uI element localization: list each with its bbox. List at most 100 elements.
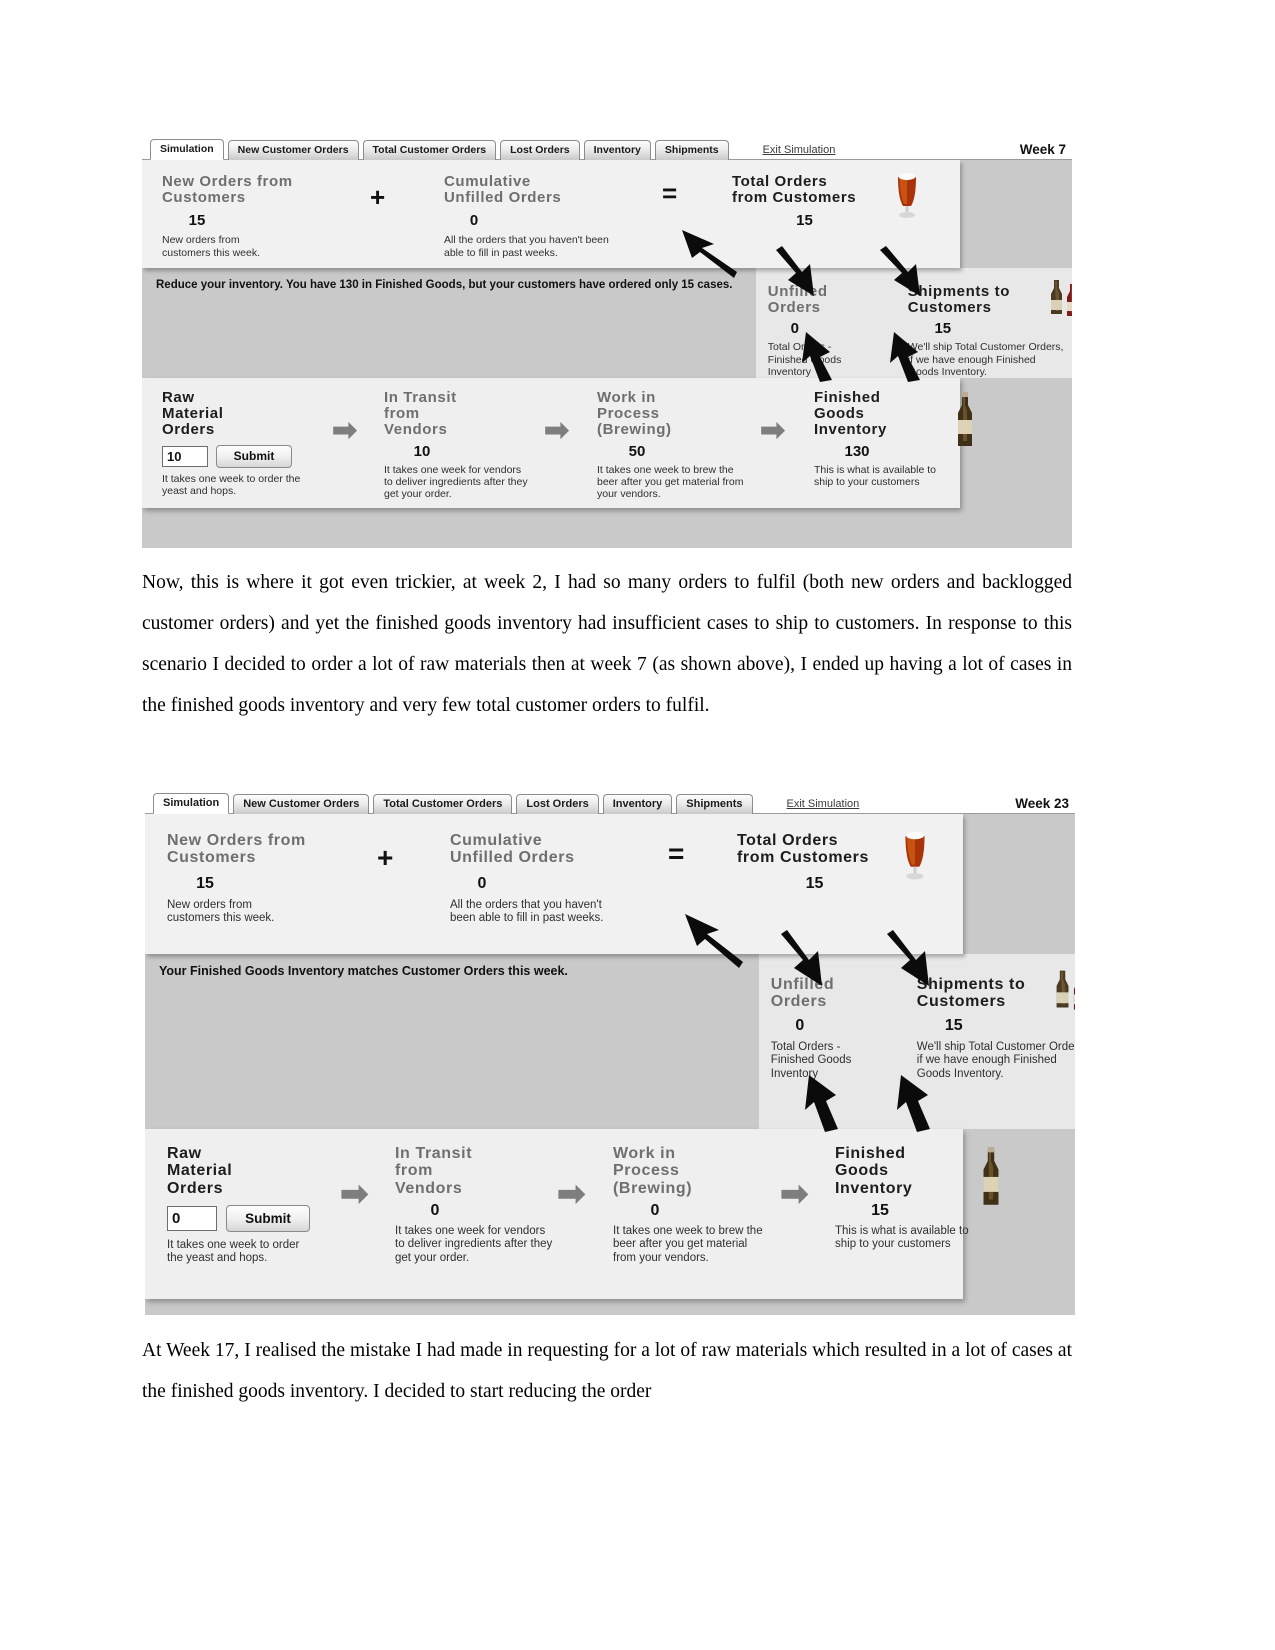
unfilled-orders-block-2: Unfilled Orders 0 Total Orders - Finishe…: [771, 976, 896, 1081]
finished-goods-value: 130: [844, 442, 870, 460]
raw-material-orders-block-2: Raw Material Orders Submit It takes one …: [167, 1145, 337, 1266]
finished-goods-desc-2: This is what is available to ship to you…: [835, 1224, 969, 1251]
in-transit-title-line3: Vendors: [384, 421, 448, 439]
in-transit-title-line2-2: from: [395, 1162, 433, 1180]
beer-glass-icon: [898, 172, 916, 218]
paragraph-two: At Week 17, I realised the mistake I had…: [142, 1340, 1072, 1402]
raw-material-title-line2-2: Material: [167, 1162, 233, 1180]
status-message-text: Reduce your inventory. You have 130 in F…: [156, 279, 733, 291]
beer-bottle-icon-2: [983, 1147, 999, 1205]
tab-bar: Simulation New Customer Orders Total Cus…: [142, 138, 1072, 160]
wip-desc-2: It takes one week to brew the beer after…: [613, 1224, 763, 1264]
orders-equation-row: New Orders from Customers 15 New orders …: [142, 160, 961, 268]
work-in-process-block: Work in Process (Brewing) 50 It takes on…: [597, 389, 762, 501]
unfilled-shipments-column: Unfilled Orders 0 Total Orders - Finishe…: [755, 268, 1072, 379]
in-transit-block-2: In Transit from Vendors 0 It takes one w…: [395, 1145, 565, 1265]
tab-inventory-2[interactable]: Inventory: [602, 794, 673, 814]
simulation-screenshot-week7: Simulation New Customer Orders Total Cus…: [142, 138, 1072, 548]
new-orders-desc-2: New orders from customers this week.: [167, 898, 275, 925]
week-label: Week 7: [1019, 142, 1066, 157]
submit-button[interactable]: Submit: [216, 444, 292, 468]
cumulative-desc: All the orders that you haven't been abl…: [444, 234, 609, 259]
raw-material-desc-2: It takes one week to order the yeast and…: [167, 1238, 300, 1265]
raw-material-title-line2: Material: [162, 405, 224, 423]
raw-material-title-line1-2: Raw: [167, 1145, 202, 1162]
in-transit-title-line1-2: In Transit: [395, 1145, 473, 1162]
tab-total-customer-orders-2[interactable]: Total Customer Orders: [373, 794, 513, 814]
wip-title-line1-2: Work in: [613, 1145, 676, 1162]
tab-new-customer-orders[interactable]: New Customer Orders: [227, 140, 359, 160]
tab-lost-orders-2[interactable]: Lost Orders: [516, 794, 599, 814]
status-message-band-2: Your Finished Goods Inventory matches Cu…: [145, 954, 759, 1129]
status-message-band: Reduce your inventory. You have 130 in F…: [142, 268, 756, 378]
finished-goods-block: Finished Goods Inventory 130 This is wha…: [814, 389, 964, 488]
finished-goods-desc: This is what is available to ship to you…: [814, 463, 936, 488]
cumulative-title-line2-2: Unfilled Orders: [450, 849, 575, 867]
in-transit-desc-2: It takes one week for vendors to deliver…: [395, 1224, 553, 1264]
wip-title-line2-2: Process: [613, 1162, 680, 1180]
new-orders-title-line1-2: New Orders from: [167, 832, 306, 849]
arrow-transit-to-wip-icon: ➡: [544, 414, 570, 447]
finished-goods-title-line2-2: Goods: [835, 1162, 889, 1180]
new-orders-block: New Orders from Customers 15 New orders …: [162, 173, 362, 259]
orders-equation-row-2: New Orders from Customers 15 New orders …: [145, 814, 964, 954]
tab-simulation-2[interactable]: Simulation: [153, 793, 230, 814]
new-orders-value: 15: [188, 212, 206, 230]
unfilled-desc: Total Orders - Finished Goods Inventory: [767, 341, 842, 379]
raw-material-order-input-2[interactable]: [167, 1205, 217, 1231]
cumulative-title-line1: Cumulative: [444, 173, 531, 190]
arrow-raw-to-transit-icon-2: ➡: [340, 1175, 369, 1213]
arrow-wip-to-finished-icon: ➡: [760, 414, 786, 447]
unfilled-value: 0: [790, 320, 799, 338]
raw-material-title-line3-2: Orders: [167, 1179, 224, 1197]
finished-goods-title-line2: Goods: [814, 405, 865, 423]
new-orders-block-2: New Orders from Customers 15 New orders …: [167, 832, 387, 926]
finished-goods-title-line1-2: Finished: [835, 1145, 906, 1162]
finished-goods-block-2: Finished Goods Inventory 15 This is what…: [835, 1145, 995, 1252]
finished-goods-title-line1: Finished: [814, 389, 881, 406]
tab-shipments-2[interactable]: Shipments: [676, 794, 753, 814]
supply-chain-row-2: Raw Material Orders Submit It takes one …: [145, 1129, 999, 1299]
new-orders-title-line2: Customers: [162, 189, 246, 207]
new-orders-value-2: 15: [196, 874, 214, 892]
new-orders-title-line1: New Orders from: [162, 173, 293, 190]
in-transit-block: In Transit from Vendors 10 It takes one …: [384, 389, 544, 501]
wip-title-line3: (Brewing): [597, 421, 672, 439]
tab-total-customer-orders[interactable]: Total Customer Orders: [362, 140, 497, 160]
document-page: Simulation New Customer Orders Total Cus…: [0, 0, 1275, 1650]
in-transit-value: 10: [413, 442, 431, 460]
arrow-raw-to-transit-icon: ➡: [332, 414, 358, 447]
unfilled-title-line1: Unfilled: [767, 283, 828, 300]
tab-inventory[interactable]: Inventory: [583, 140, 651, 160]
supply-chain-row: Raw Material Orders Submit It takes one …: [142, 378, 972, 508]
submit-button-2[interactable]: Submit: [226, 1204, 310, 1232]
tab-simulation[interactable]: Simulation: [150, 139, 224, 160]
simulation-screenshot-week23: Simulation New Customer Orders Total Cus…: [145, 790, 1075, 1315]
total-orders-value: 15: [796, 212, 813, 230]
raw-material-title-line3: Orders: [162, 421, 215, 439]
shipments-value: 15: [934, 320, 952, 338]
beer-glass-icon-2: [905, 831, 925, 880]
cumulative-desc-2: All the orders that you haven't been abl…: [450, 898, 604, 925]
unfilled-desc-2: Total Orders - Finished Goods Inventory: [770, 1040, 852, 1080]
exit-simulation-link[interactable]: Exit Simulation: [763, 144, 836, 156]
finished-goods-title-line3-2: Inventory: [835, 1179, 913, 1197]
shipments-value-2: 15: [944, 1016, 963, 1034]
unfilled-orders-block: Unfilled Orders 0 Total Orders - Finishe…: [767, 283, 888, 379]
plus-operator-icon: +: [370, 182, 386, 212]
tab-shipments[interactable]: Shipments: [654, 140, 729, 160]
tab-new-customer-orders-2[interactable]: New Customer Orders: [233, 794, 370, 814]
raw-material-order-input[interactable]: [162, 445, 208, 467]
cumulative-title-line2: Unfilled Orders: [444, 189, 562, 207]
cumulative-unfilled-block: Cumulative Unfilled Orders 0 All the ord…: [444, 173, 644, 259]
total-orders-value-2: 15: [805, 874, 824, 892]
tab-lost-orders[interactable]: Lost Orders: [500, 140, 580, 160]
unfilled-title-line1-2: Unfilled: [770, 976, 835, 993]
exit-simulation-link-2[interactable]: Exit Simulation: [787, 798, 860, 810]
cumulative-title-line1-2: Cumulative: [450, 832, 543, 849]
in-transit-title-line1: In Transit: [384, 389, 457, 406]
new-orders-desc: New orders from customers this week.: [162, 234, 261, 259]
in-transit-value-2: 0: [430, 1201, 440, 1219]
in-transit-title-line2: from: [384, 405, 420, 423]
simulation-body-2: New Orders from Customers 15 New orders …: [145, 814, 1075, 1315]
